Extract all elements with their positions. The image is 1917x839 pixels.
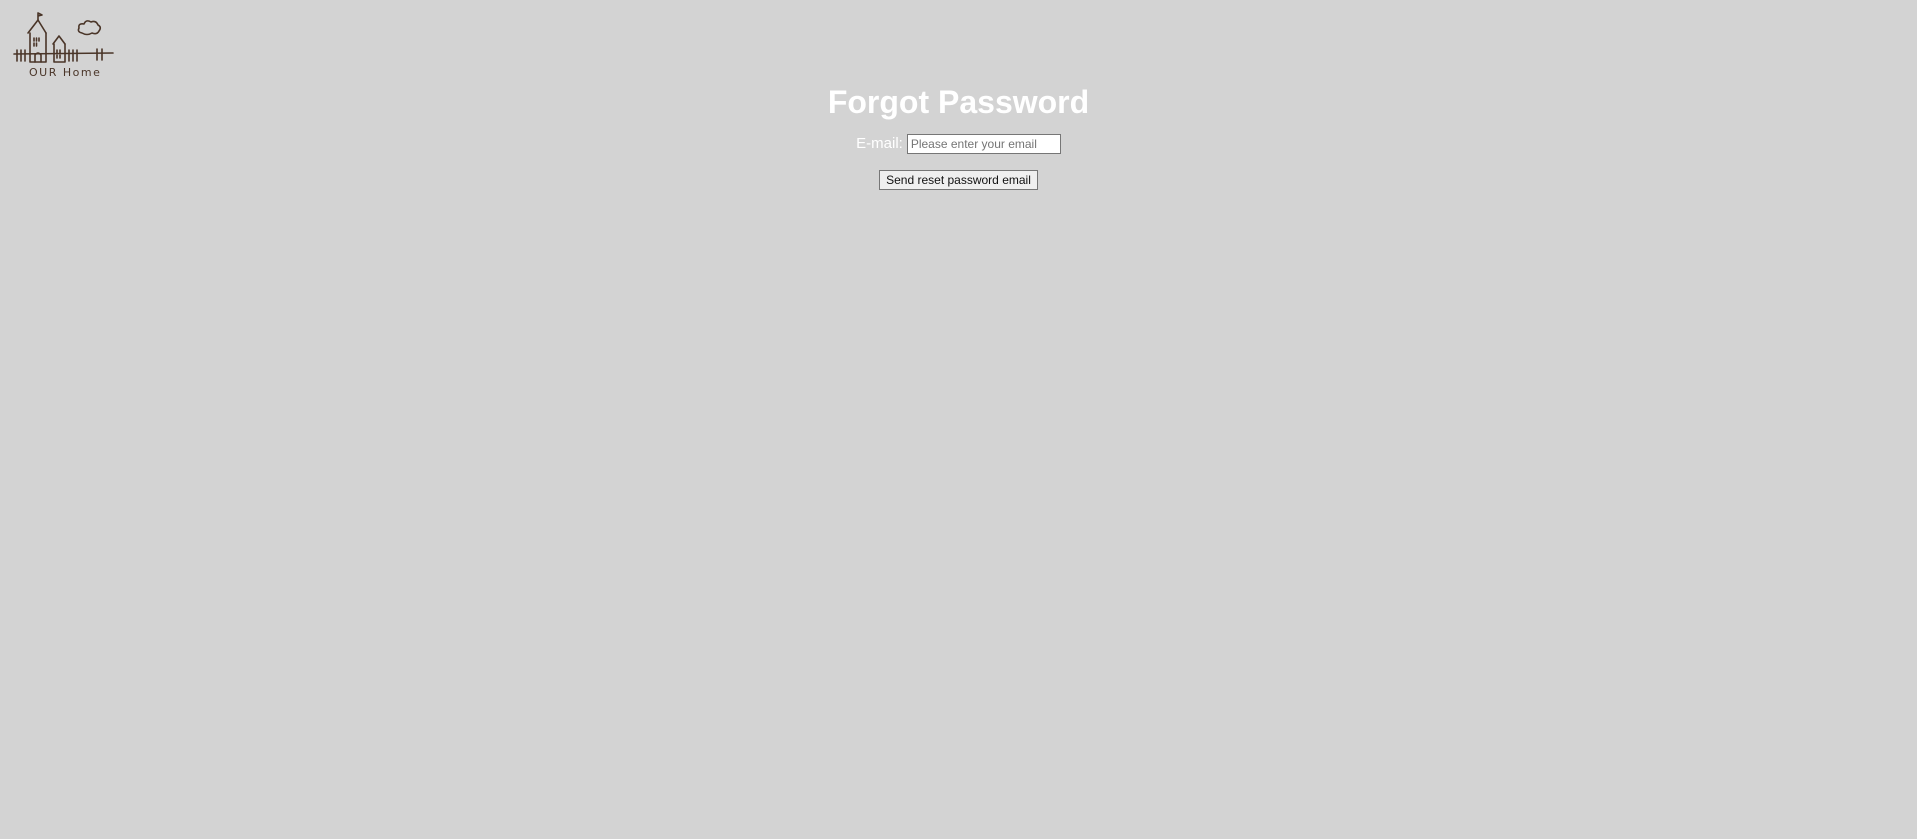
- houses-logo-icon[interactable]: OUR Home: [11, 10, 115, 82]
- logo-text: OUR Home: [29, 66, 101, 79]
- email-label: E-mail:: [856, 135, 903, 152]
- page-title: Forgot Password: [827, 84, 1090, 120]
- send-reset-email-button[interactable]: Send reset password email: [879, 170, 1038, 190]
- forgot-password-page: OUR Home Forgot Password E-mail: Send re…: [0, 0, 1917, 839]
- email-input[interactable]: [906, 134, 1061, 154]
- submit-row: Send reset password email: [0, 170, 1917, 190]
- email-row: E-mail:: [0, 134, 1917, 154]
